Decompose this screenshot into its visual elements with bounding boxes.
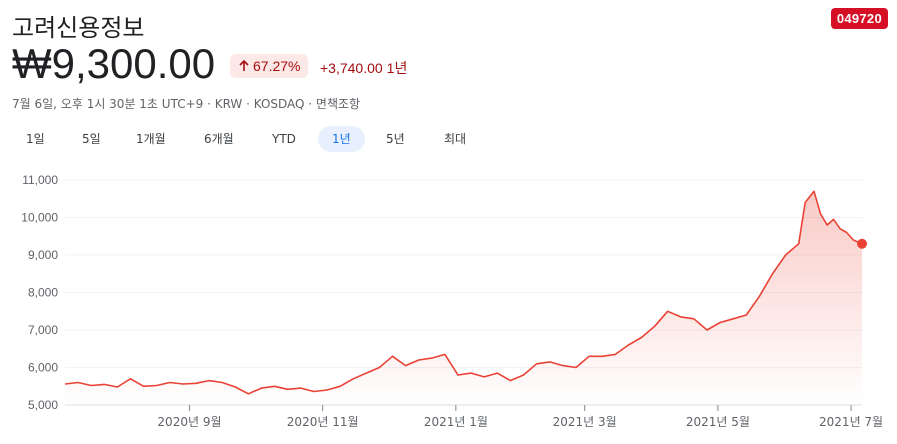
tab-range-4[interactable]: YTD: [258, 126, 310, 152]
price-chart: 5,000 6,000 7,000 8,000 9,000 10,000 11,000 202…: [21, 173, 883, 429]
current-price: ₩9,300.00: [12, 40, 216, 87]
tab-range-2[interactable]: 1개월: [122, 126, 180, 152]
change-percent-badge: 67.27%: [230, 54, 309, 78]
change-percent: 67.27%: [253, 58, 301, 74]
y-tick-label: 6,000: [28, 361, 58, 375]
tab-range-5[interactable]: 1년: [318, 126, 365, 152]
y-tick-label: 8,000: [28, 286, 58, 300]
x-tick-label: 2020년 11월: [287, 415, 359, 429]
x-tick-label: 2021년 1월: [424, 415, 488, 429]
x-tick-label: 2021년 3월: [553, 415, 617, 429]
tab-range-6[interactable]: 5년: [372, 126, 419, 152]
tab-range-3[interactable]: 6개월: [190, 126, 248, 152]
arrow-up-icon: [238, 60, 250, 72]
tab-range-1[interactable]: 5일: [68, 126, 115, 152]
y-tick-label: 5,000: [28, 398, 58, 412]
price-area: [65, 191, 862, 405]
y-tick-label: 7,000: [28, 323, 58, 337]
change-amount-row: +3,740.00 1년: [320, 58, 407, 78]
quote-meta: 7월 6일, 오후 1시 30분 1초 UTC+9 · KRW · KOSDAQ…: [12, 97, 361, 111]
y-tick-label: 10,000: [21, 211, 58, 225]
change-period: 1년: [386, 60, 408, 76]
x-tick-label: 2021년 5월: [686, 415, 750, 429]
change-amount: +3,740.00: [320, 60, 383, 76]
tab-range-0[interactable]: 1일: [12, 126, 59, 152]
tab-range-7[interactable]: 최대: [430, 126, 480, 152]
y-tick-label: 9,000: [28, 248, 58, 262]
y-tick-label: 11,000: [22, 173, 58, 187]
ticker-badge[interactable]: 049720: [830, 8, 888, 29]
x-tick-label: 2021년 7월: [819, 415, 883, 429]
x-tick-label: 2020년 9월: [157, 415, 221, 429]
stock-name: 고려신용정보: [12, 14, 145, 42]
current-price-dot: [857, 238, 867, 249]
